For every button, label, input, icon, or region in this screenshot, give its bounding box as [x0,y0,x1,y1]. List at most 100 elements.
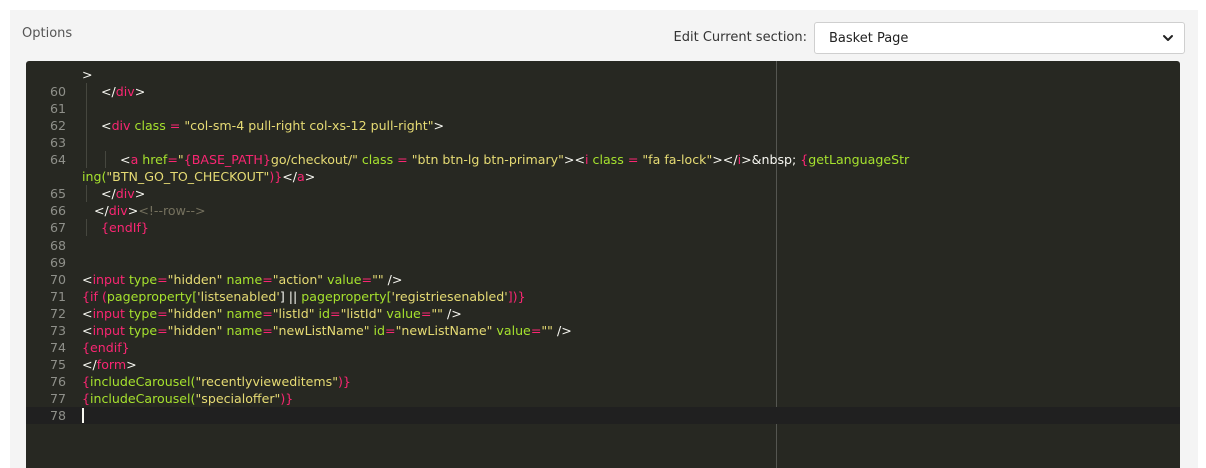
code-token: input [92,322,125,338]
code-token: )} [280,390,294,406]
code-line[interactable]: 60 </div> [26,83,1180,101]
code-text: > [82,66,93,83]
code-token: = [393,152,412,168]
code-text: <div class = "col-sm-4 pull-right col-xs… [101,117,444,134]
code-token: includeCarousel( [90,390,196,406]
code-line[interactable]: 69 [26,254,1180,271]
code-token: { [82,373,91,389]
code-line[interactable]: > [26,66,1180,83]
code-token: = [157,305,168,321]
code-token: href [138,152,168,168]
code-line[interactable]: 70 <input type="hidden" name="action" val… [26,271,1180,288]
code-line[interactable]: 67 {endIf} [26,219,1180,237]
code-token: = [167,152,178,168]
code-token: div [108,203,128,219]
code-token: /> [552,322,572,338]
code-token: = [623,152,643,168]
code-text: </div><!--row--> [94,202,206,219]
code-text: <input type="hidden" name="newListName" … [82,322,572,339]
code-text: <input type="hidden" name="listId" id="l… [82,305,462,322]
code-token: includeCarousel( [90,373,196,389]
code-token: = [262,322,273,338]
code-token: </ [82,356,97,372]
section-select[interactable]: Basket Page [814,22,1185,54]
code-token: </ [282,169,298,185]
code-text: ing("BTN_GO_TO_CHECKOUT")}</a> [82,168,315,185]
line-number: 74 [49,339,66,355]
code-line[interactable]: 78 [26,407,1180,424]
code-token: = [157,271,168,287]
code-line[interactable]: 76 {includeCarousel("recentlyvieweditems"… [26,373,1180,390]
code-token: = [361,271,373,287]
indent-guide [86,117,87,135]
code-text: <input type="hidden" name="action" value… [82,271,402,288]
code-token: "listId" [272,305,315,321]
code-token: value [382,305,421,321]
code-line[interactable]: 64 <a href="{BASE_PATH}go/checkout/" clas… [26,151,1180,169]
code-line[interactable]: 77 {includeCarousel("specialoffer")} [26,390,1180,407]
code-token: <!--row--> [138,203,206,219]
code-token: "" [541,322,553,338]
code-line[interactable]: 72 <input type="hidden" name="listId" id=… [26,305,1180,322]
indent-guide [86,134,87,152]
code-token: type [124,271,158,287]
code-token: "listId" [340,305,383,321]
code-token: "" [431,305,443,321]
code-token: name [222,271,263,287]
line-number: 71 [49,288,66,304]
indent-guide [105,151,106,169]
text-cursor [82,408,84,423]
line-number: 69 [49,254,66,270]
code-token: 'listsenabled' [197,288,280,304]
code-token: < [82,305,93,321]
code-token: = [420,305,432,321]
code-token: div [115,84,135,100]
code-line[interactable]: 71 {if (pageproperty['listsenabled'] || p… [26,288,1180,305]
code-token: = [262,305,273,321]
code-editor[interactable]: >60 </div> 61 62 <div class = "col-sm-4 pull… [26,61,1180,468]
code-token: )} [338,373,351,389]
code-token: >&nbsp; [741,152,801,168]
code-token: "newListName" [272,322,370,338]
code-line[interactable]: 63 [26,134,1180,152]
code-token: "action" [272,271,324,287]
code-line[interactable]: 61 [26,100,1180,118]
code-line[interactable]: 68 [26,237,1180,254]
code-token: go/checkout/" [270,152,358,168]
line-number: 70 [49,271,66,287]
code-token: </ [101,84,116,100]
code-line[interactable]: 73 <input type="hidden" name="newListName… [26,322,1180,339]
code-token: "BTN_GO_TO_CHECKOUT" [106,169,270,185]
code-token: { [82,390,91,406]
code-line[interactable]: 75 </form> [26,356,1180,373]
code-text: {endif} [82,339,130,356]
code-token: ] || [279,288,302,304]
line-number: 64 [49,152,66,168]
edit-section-label: Edit Current section: [673,30,807,45]
line-number: 77 [49,390,66,406]
code-line[interactable]: 65 </div> [26,185,1180,203]
line-number: 67 [49,220,66,236]
code-token: type [124,305,158,321]
line-number: 66 [49,203,66,219]
indent-guide [86,83,87,101]
options-label: Options [22,26,73,41]
code-line[interactable]: 66 </div><!--row--> [26,202,1180,219]
code-token: "fa fa-lock" [642,152,713,168]
code-token: > [134,84,146,100]
line-number: 78 [49,408,66,423]
code-token: id [314,305,331,321]
code-line[interactable]: 62 <div class = "col-sm-4 pull-right col-… [26,117,1180,135]
code-text: {includeCarousel("specialoffer")} [82,390,293,407]
code-line[interactable]: 74 {endif} [26,339,1180,356]
code-text: </div> [101,83,145,100]
code-token: </ [101,186,116,202]
code-token: class [588,152,624,168]
code-text: </div> [101,185,145,202]
indent-guide [86,219,87,237]
line-number: 72 [49,305,66,321]
code-token: "hidden" [167,322,223,338]
code-line[interactable]: ing("BTN_GO_TO_CHECKOUT")}</a> [26,168,1180,185]
code-token: div [111,118,131,134]
code-token: = [262,271,273,287]
